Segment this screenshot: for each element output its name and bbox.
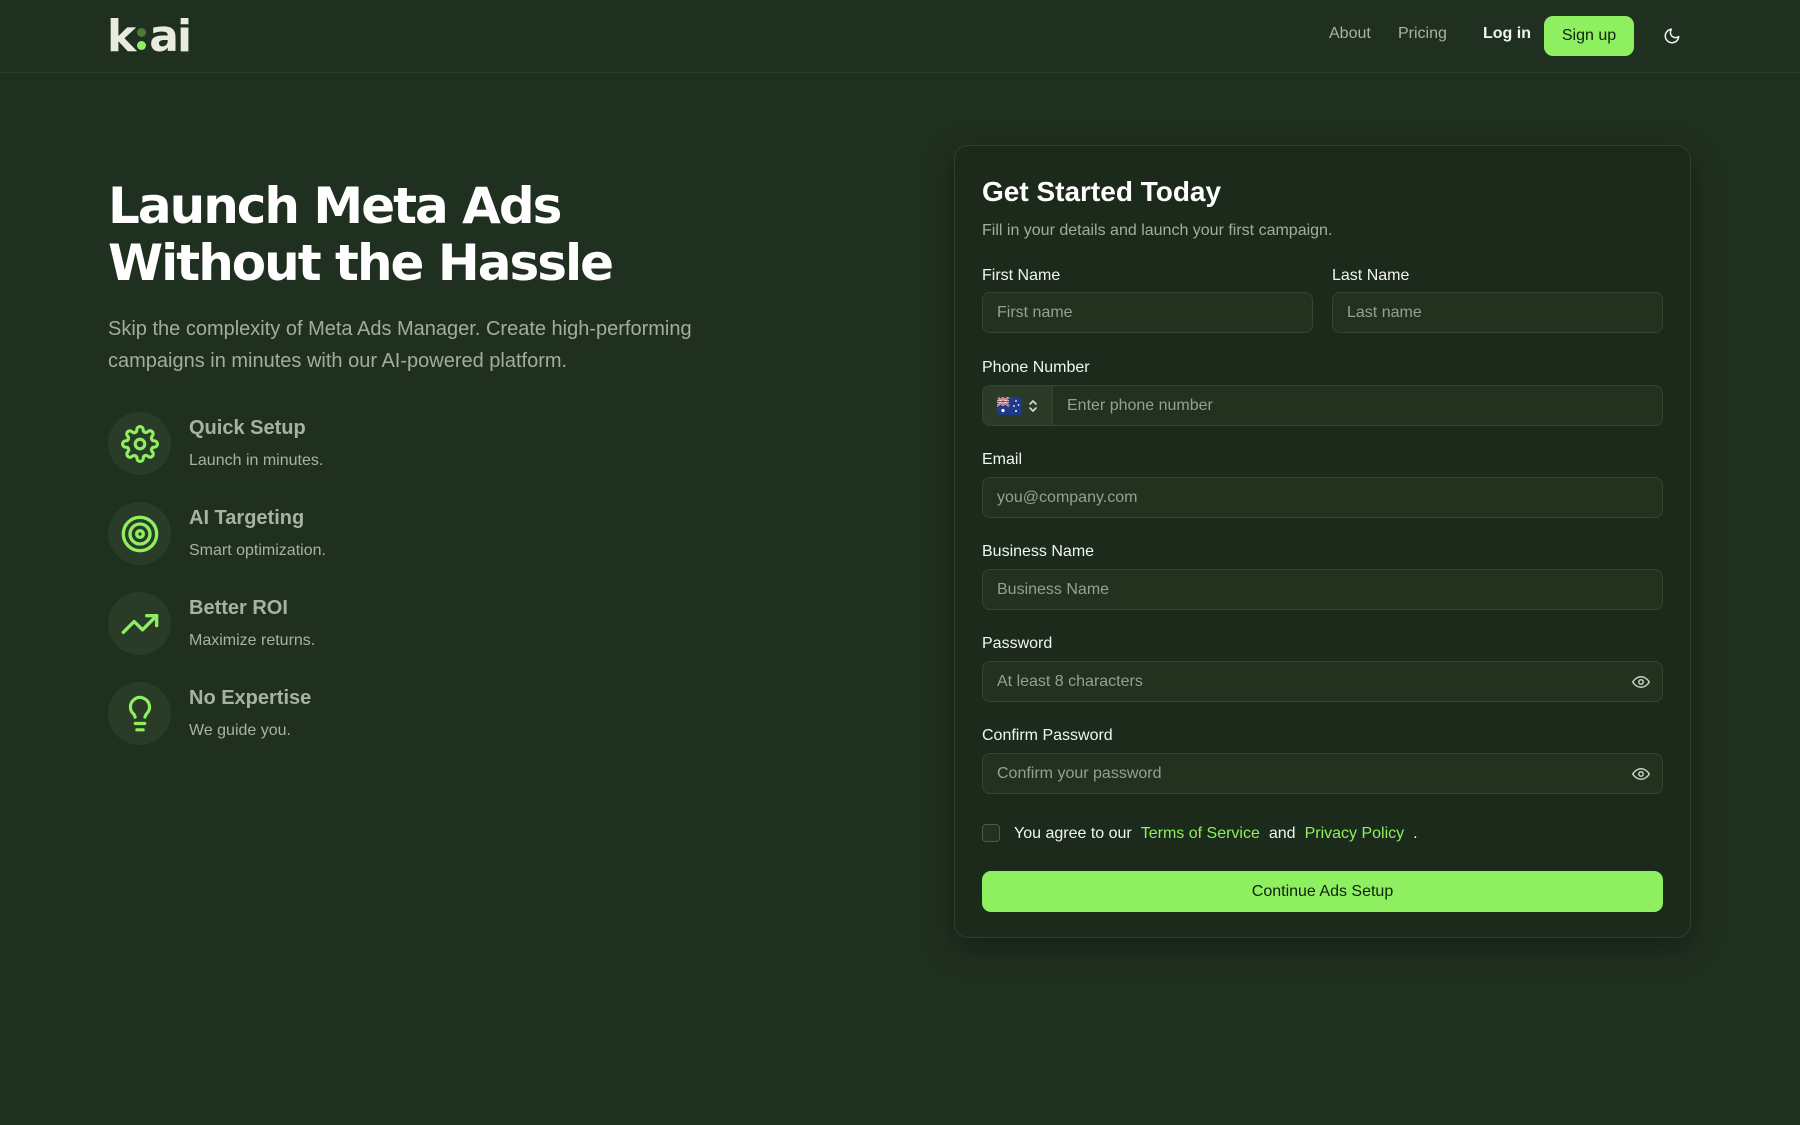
business-name-input[interactable] <box>997 570 1648 609</box>
terms-agreement: You agree to our Terms of Service and Pr… <box>1014 825 1418 843</box>
logo-text-ai: ai <box>149 10 192 62</box>
feature-quick-setup: Quick Setup Launch in minutes. <box>108 412 508 476</box>
last-name-label: Last Name <box>1332 267 1410 284</box>
business-name-label: Business Name <box>982 543 1095 560</box>
country-code-select[interactable] <box>982 385 1052 426</box>
hero-title: Launch Meta Ads Without the Hassle <box>108 178 748 292</box>
email-field[interactable] <box>982 477 1663 518</box>
last-name-input[interactable] <box>1347 293 1648 332</box>
nav-about-link[interactable]: About <box>1329 25 1371 43</box>
confirm-password-label: Confirm Password <box>982 727 1113 744</box>
moon-icon <box>1664 28 1680 44</box>
eye-icon[interactable] <box>1632 765 1650 783</box>
feature-description: Maximize returns. <box>189 632 316 649</box>
top-navbar: k ai About Pricing Log in Sign up <box>0 0 1800 73</box>
first-name-field[interactable] <box>982 292 1313 333</box>
hero-subtitle: Skip the complexity of Meta Ads Manager.… <box>108 318 692 372</box>
confirm-password-input[interactable] <box>997 754 1648 793</box>
email-input[interactable] <box>997 478 1648 517</box>
eye-icon[interactable] <box>1632 673 1650 691</box>
feature-icon-wrap <box>108 682 171 745</box>
business-name-field[interactable] <box>982 569 1663 610</box>
continue-ads-setup-button[interactable]: Continue Ads Setup <box>982 871 1663 912</box>
feature-description: We guide you. <box>189 722 291 739</box>
login-link[interactable]: Log in <box>1483 25 1531 43</box>
privacy-policy-link[interactable]: Privacy Policy <box>1305 825 1405 843</box>
confirm-password-field[interactable] <box>982 753 1663 794</box>
email-label: Email <box>982 451 1023 468</box>
lightbulb-icon <box>128 695 151 731</box>
logo-text-k: k <box>107 10 136 62</box>
theme-toggle-button[interactable] <box>1660 24 1684 48</box>
terms-of-service-link[interactable]: Terms of Service <box>1141 825 1260 843</box>
logo-dots <box>137 28 147 50</box>
first-name-label: First Name <box>982 267 1061 284</box>
phone-label: Phone Number <box>982 359 1090 376</box>
phone-input[interactable] <box>1067 386 1648 425</box>
feature-description: Launch in minutes. <box>189 452 324 469</box>
feature-icon-wrap <box>108 412 171 475</box>
australia-flag-icon <box>997 396 1022 415</box>
password-field[interactable] <box>982 661 1663 702</box>
signup-form-card: Get Started Today Fill in your details a… <box>954 145 1691 938</box>
last-name-field[interactable] <box>1332 292 1663 333</box>
feature-no-expertise: No Expertise We guide you. <box>108 682 508 746</box>
feature-title: AI Targeting <box>189 507 305 529</box>
hero-title-line-2: Without the Hassle <box>108 234 614 292</box>
password-input[interactable] <box>997 662 1648 701</box>
target-icon <box>121 515 158 552</box>
gear-icon <box>120 424 159 463</box>
chevron-up-down-icon <box>1029 399 1037 412</box>
feature-icon-wrap <box>108 502 171 565</box>
feature-icon-wrap <box>108 592 171 655</box>
first-name-input[interactable] <box>997 293 1298 332</box>
form-subtitle: Fill in your details and launch your fir… <box>982 222 1333 239</box>
feature-title: Quick Setup <box>189 417 306 439</box>
nav-pricing-link[interactable]: Pricing <box>1398 25 1447 43</box>
agree-prefix: You agree to our <box>1014 825 1132 842</box>
agree-and: and <box>1268 825 1296 842</box>
feature-better-roi: Better ROI Maximize returns. <box>108 592 508 656</box>
trending-up-icon <box>121 613 158 634</box>
feature-title: Better ROI <box>189 597 288 619</box>
phone-field[interactable] <box>1052 385 1663 426</box>
signup-button[interactable]: Sign up <box>1544 16 1634 56</box>
feature-ai-targeting: AI Targeting Smart optimization. <box>108 502 508 566</box>
hero-title-line-1: Launch Meta Ads <box>108 177 562 235</box>
form-title: Get Started Today <box>982 176 1222 207</box>
agree-suffix: . <box>1413 825 1418 842</box>
password-label: Password <box>982 635 1053 652</box>
kai-logo[interactable]: k ai <box>107 11 192 62</box>
feature-title: No Expertise <box>189 687 312 709</box>
feature-description: Smart optimization. <box>189 542 326 559</box>
terms-checkbox[interactable] <box>982 824 1000 842</box>
